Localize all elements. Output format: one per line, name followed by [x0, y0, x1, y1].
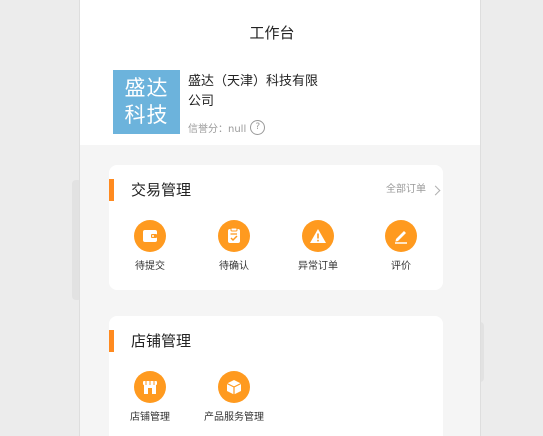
- section-accent-bar: [109, 330, 114, 352]
- shop-item-product-service-management[interactable]: 产品服务管理: [199, 371, 269, 423]
- logo-line-1: 盛达: [124, 76, 169, 100]
- company-logo: 盛达 科技: [113, 70, 180, 134]
- wallet-icon: [134, 220, 166, 252]
- credit-score: 信誉分：null ?: [188, 120, 266, 135]
- shop-item-store-management[interactable]: 店铺管理: [115, 371, 185, 423]
- header-area: 工作台 盛达 科技 盛达（天津）科技有限 公司 信誉分：null ?: [80, 0, 480, 145]
- credit-score-label: 信誉分：null: [188, 124, 247, 135]
- all-orders-label: 全部订单: [386, 184, 426, 195]
- trade-item-label: 待提交: [135, 261, 165, 272]
- section-accent-bar: [109, 179, 114, 201]
- shop-card-header: 店铺管理: [109, 330, 443, 352]
- shop-item-label: 产品服务管理: [204, 412, 264, 423]
- pencil-icon: [385, 220, 417, 252]
- phone-frame: 工作台 盛达 科技 盛达（天津）科技有限 公司 信誉分：null ? 交易管理 …: [80, 0, 480, 436]
- trade-item-abnormal-orders[interactable]: 异常订单: [283, 220, 353, 272]
- trade-item-label: 评价: [391, 261, 411, 272]
- storefront-icon: [134, 371, 166, 403]
- trade-item-label: 异常订单: [298, 261, 338, 272]
- trade-item-pending-submit[interactable]: 待提交: [115, 220, 185, 272]
- chevron-right-icon: [430, 185, 441, 195]
- trade-card-header: 交易管理 全部订单: [109, 179, 443, 201]
- help-icon[interactable]: ?: [250, 120, 266, 135]
- shop-items: 店铺管理 产品服务管理: [109, 371, 443, 431]
- trade-management-card: 交易管理 全部订单 待提交 待确认 异常订单 评价: [109, 165, 443, 290]
- clipboard-check-icon: [218, 220, 250, 252]
- trade-items: 待提交 待确认 异常订单 评价: [109, 220, 443, 280]
- trade-item-label: 待确认: [219, 261, 249, 272]
- screen: 工作台 盛达 科技 盛达（天津）科技有限 公司 信誉分：null ? 交易管理 …: [0, 0, 543, 436]
- logo-line-2: 科技: [124, 103, 169, 127]
- company-name-line-1: 盛达（天津）科技有限: [188, 74, 319, 89]
- all-orders-link[interactable]: 全部订单: [386, 181, 443, 199]
- trade-item-pending-confirm[interactable]: 待确认: [199, 220, 269, 272]
- trade-item-reviews[interactable]: 评价: [366, 220, 436, 272]
- page-title: 工作台: [249, 24, 295, 42]
- trade-section-title: 交易管理: [131, 181, 192, 199]
- company-name: 盛达（天津）科技有限 公司: [188, 72, 358, 112]
- warning-icon: [302, 220, 334, 252]
- shop-management-card: 店铺管理 店铺管理 产品服务管理: [109, 316, 443, 436]
- shop-item-label: 店铺管理: [130, 412, 170, 423]
- company-name-line-2: 公司: [188, 94, 215, 109]
- shop-section-title: 店铺管理: [131, 332, 192, 350]
- box-icon: [218, 371, 250, 403]
